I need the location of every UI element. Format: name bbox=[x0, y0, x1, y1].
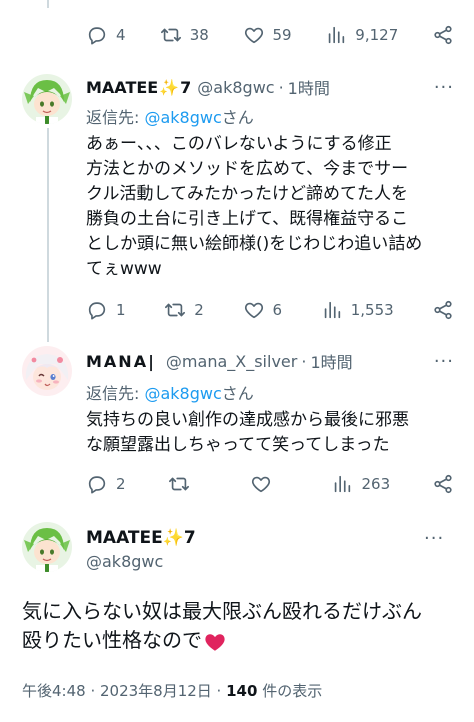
views-icon bbox=[329, 26, 345, 44]
tweet-metadata: 午後4:48 · 2023年8月12日 · 140 件の表示 bbox=[22, 680, 322, 701]
like-button[interactable]: 59 bbox=[243, 24, 292, 46]
views-icon bbox=[335, 475, 351, 493]
handle[interactable]: @ak8gwc bbox=[86, 552, 163, 571]
replying-to-suffix: さん bbox=[221, 384, 254, 403]
thread-line bbox=[47, 0, 49, 8]
retweet-icon bbox=[160, 28, 181, 42]
display-name-text: MAATEE bbox=[86, 528, 163, 548]
avatar[interactable] bbox=[22, 346, 72, 396]
reply-count: 2 bbox=[116, 475, 126, 493]
retweet-icon bbox=[165, 303, 186, 317]
retweet-count: 38 bbox=[189, 26, 209, 44]
views-icon bbox=[324, 301, 340, 319]
like-icon bbox=[251, 476, 270, 493]
view-count: 9,127 bbox=[355, 26, 399, 44]
tweet-actions: 2 263 bbox=[86, 470, 454, 498]
like-count: 6 bbox=[272, 301, 283, 319]
heart-emoji-icon bbox=[205, 633, 225, 651]
replying-to: 返信先: @ak8gwcさん bbox=[86, 104, 254, 128]
replying-to-label: 返信先: bbox=[86, 108, 145, 127]
views-number: 140 bbox=[226, 682, 258, 700]
avatar-image bbox=[22, 74, 72, 124]
separator-dot: · bbox=[278, 77, 284, 97]
share-button[interactable] bbox=[432, 299, 454, 321]
tweet-timestamp[interactable]: 午後4:48 · 2023年8月12日 · bbox=[22, 682, 226, 700]
views-button[interactable]: 1,553 bbox=[321, 299, 394, 321]
view-count: 263 bbox=[361, 475, 391, 493]
like-button[interactable]: 6 bbox=[243, 299, 283, 321]
reply-button[interactable]: 4 bbox=[86, 24, 126, 46]
timestamp[interactable]: 1時間 bbox=[310, 349, 352, 373]
tweet-text-line: 殴りたい性格なので bbox=[22, 626, 462, 655]
display-name-suffix: 7 bbox=[180, 77, 192, 97]
share-icon bbox=[434, 25, 452, 45]
share-icon bbox=[434, 300, 452, 320]
tweet-text: あぁー、、、このバレないようにする修正 方法とかのメソッドを広めて、今までサー … bbox=[86, 132, 456, 282]
replying-to-label: 返信先: bbox=[86, 384, 145, 403]
like-button[interactable] bbox=[250, 473, 290, 495]
reply-icon bbox=[88, 27, 106, 45]
retweet-button[interactable]: 38 bbox=[160, 24, 209, 46]
tweet-text-line: 気持ちの良い創作の達成感から最後に邪悪 bbox=[86, 410, 409, 430]
reply-count: 4 bbox=[116, 26, 126, 44]
thread-line bbox=[47, 128, 49, 342]
like-count: 59 bbox=[272, 26, 292, 44]
sparkles-icon: ✨ bbox=[159, 77, 180, 97]
avatar[interactable] bbox=[22, 74, 72, 124]
tweet-text-line: 方法とかのメソッドを広めて、今までサー bbox=[86, 159, 409, 179]
display-name[interactable]: MAATEE✨7 bbox=[86, 528, 196, 548]
reply-button[interactable]: 2 bbox=[86, 473, 126, 495]
reply-count: 1 bbox=[116, 301, 126, 319]
views-button[interactable]: 263 bbox=[331, 473, 390, 495]
retweet-icon bbox=[168, 477, 189, 491]
more-icon[interactable]: ··· bbox=[434, 351, 454, 372]
share-icon bbox=[434, 474, 452, 494]
share-button[interactable] bbox=[432, 473, 454, 495]
tweet-text-line-content: 殴りたい性格なので bbox=[22, 628, 202, 652]
view-count: 1,553 bbox=[350, 301, 394, 319]
retweet-button[interactable]: 2 bbox=[164, 299, 204, 321]
reply-button[interactable]: 1 bbox=[86, 299, 126, 321]
tweet-actions: 1 2 6 1,553 bbox=[86, 296, 454, 324]
share-button[interactable] bbox=[432, 24, 454, 46]
handle[interactable]: @mana_X_silver bbox=[166, 352, 297, 371]
tweet-text-line: としか頭に無い絵師様()をじわじわ追い詰め bbox=[86, 234, 423, 254]
display-name[interactable]: MANA| bbox=[86, 352, 156, 371]
views-button[interactable]: 9,127 bbox=[325, 24, 398, 46]
tweet-text: 気持ちの良い創作の達成感から最後に邪悪 な願望露出しちゃってて笑ってしまった bbox=[86, 408, 456, 458]
tweet-text-line: 勝負の土台に引き上げて、既得権益守るこ bbox=[86, 209, 409, 229]
avatar-image bbox=[22, 346, 72, 396]
avatar[interactable] bbox=[22, 522, 72, 572]
separator-dot: · bbox=[301, 351, 307, 371]
avatar-image bbox=[22, 522, 72, 572]
handle[interactable]: @ak8gwc bbox=[197, 78, 274, 97]
tweet-text-line: クル活動してみたかったけど諦めてた人を bbox=[86, 184, 408, 204]
display-name[interactable]: MAATEE bbox=[86, 78, 158, 97]
like-icon bbox=[244, 27, 263, 44]
mention-link[interactable]: @ak8gwc bbox=[144, 108, 221, 127]
reply-icon bbox=[88, 302, 106, 320]
tweet-text-line: あぁー、、、このバレないようにする修正 bbox=[86, 134, 392, 154]
tweet-text-line: てぇwww bbox=[86, 259, 162, 279]
retweet-button[interactable] bbox=[168, 473, 208, 495]
tweet-text: 気に入らない奴は最大限ぶん殴れるだけぶん 殴りたい性格なので bbox=[22, 597, 462, 655]
retweet-count: 2 bbox=[194, 301, 204, 319]
more-icon[interactable]: ··· bbox=[424, 528, 444, 549]
sparkles-icon: ✨ bbox=[162, 528, 184, 548]
more-icon[interactable]: ··· bbox=[434, 77, 454, 98]
tweet-text-line: な願望露出しちゃってて笑ってしまった bbox=[86, 435, 390, 455]
like-icon bbox=[244, 302, 263, 319]
tweet-text-line: 気に入らない奴は最大限ぶん殴れるだけぶん bbox=[22, 599, 422, 623]
timestamp[interactable]: 1時間 bbox=[288, 75, 330, 99]
tweet-actions: 4 38 59 9,127 bbox=[86, 21, 454, 49]
tweet-header: MAATEE ✨ 7 @ak8gwc · 1時間 ··· bbox=[86, 75, 454, 99]
replying-to: 返信先: @ak8gwcさん bbox=[86, 380, 254, 404]
tweet-header: MANA| @mana_X_silver · 1時間 ··· bbox=[86, 349, 454, 373]
replying-to-suffix: さん bbox=[221, 108, 254, 127]
mention-link[interactable]: @ak8gwc bbox=[144, 384, 221, 403]
views-label: 件の表示 bbox=[257, 682, 323, 700]
reply-icon bbox=[88, 476, 106, 494]
display-name-suffix: 7 bbox=[183, 528, 196, 548]
